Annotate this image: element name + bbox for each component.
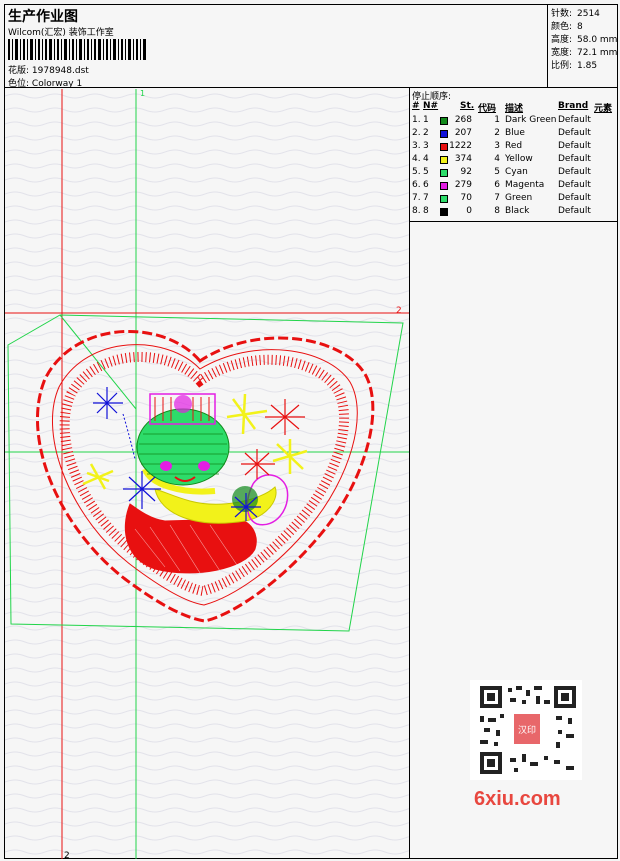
cell-st: 268 [454, 115, 472, 125]
pattern-line: 花版: 1978948.dst [8, 63, 89, 76]
color-swatch [440, 117, 448, 125]
cell-desc: Green [505, 193, 533, 203]
seal-text: 汉印 [518, 724, 536, 736]
cell-num: 7. [412, 193, 421, 203]
cell-num: 4. [412, 154, 421, 164]
cell-code: 3 [494, 141, 500, 151]
table-row: 8. 8 0 8 Black Default [410, 206, 618, 219]
blue-sparkle-right [231, 493, 261, 521]
pattern-value: 1978948.dst [31, 66, 89, 76]
color-swatch [440, 182, 448, 190]
hat-ball [174, 395, 192, 413]
cell-brand: Default [558, 115, 591, 125]
cell-brand: Default [558, 141, 591, 151]
table-row: 7. 7 70 7 Green Default [410, 193, 618, 206]
stop-sequence-table: 停止顺序: # N# St. 代码 描述 Brand 元素 1. 1 268 1 Dar… [410, 88, 618, 222]
cell-code: 8 [494, 206, 500, 216]
col-desc: 描述 [505, 104, 524, 114]
cell-num: 6. [412, 180, 421, 190]
cell-st: 374 [454, 154, 472, 164]
col-elem: 元素 [594, 104, 613, 114]
guide-label-red-v: 2 [64, 851, 70, 859]
cell-n: 8 [423, 206, 429, 216]
cell-brand: Default [558, 193, 591, 203]
cell-desc: Yellow [505, 154, 533, 164]
cell-num: 1. [412, 115, 421, 125]
cell-num: 3. [412, 141, 421, 151]
guide-label-green: 1 [140, 89, 145, 98]
stat-width: 宽度: 72.1 mm [551, 48, 618, 58]
site-logo: 6xiu.com [474, 788, 561, 810]
colorway-label: 色位: [8, 79, 30, 89]
table-row: 5. 5 92 5 Cyan Default [410, 167, 618, 180]
cell-num: 8. [412, 206, 421, 216]
cell-desc: Black [505, 206, 530, 216]
cell-code: 2 [494, 128, 500, 138]
colorway-value: Colorway 1 [31, 79, 83, 89]
colorway-line: 色位: Colorway 1 [8, 76, 82, 89]
cell-st: 70 [460, 193, 472, 203]
cell-num: 5. [412, 167, 421, 177]
cell-st: 279 [454, 180, 472, 190]
cell-code: 5 [494, 167, 500, 177]
table-row: 6. 6 279 6 Magenta Default [410, 180, 618, 193]
col-code: 代码 [478, 104, 497, 114]
color-swatch [440, 130, 448, 138]
cell-code: 7 [494, 193, 500, 203]
col-st: St. [460, 101, 475, 111]
cell-brand: Default [558, 180, 591, 190]
cell-n: 5 [423, 167, 429, 177]
color-swatch [440, 143, 448, 151]
cell-n: 4 [423, 154, 429, 164]
cell-desc: Magenta [505, 180, 545, 190]
cell-n: 1 [423, 115, 429, 125]
table-row: 4. 4 374 4 Yellow Default [410, 154, 618, 167]
stat-height: 高度: 58.0 mm [551, 35, 618, 45]
cell-desc: Dark Green [505, 115, 557, 125]
col-brand: Brand [558, 101, 589, 111]
table-row: 3. 3 1222 3 Red Default [410, 141, 618, 154]
qr-code: 汉印 [470, 680, 582, 780]
cell-st: 0 [466, 206, 472, 216]
table-row: 1. 1 268 1 Dark Green Default [410, 115, 618, 128]
right-cheek [198, 461, 210, 471]
cell-n: 6 [423, 180, 429, 190]
cell-num: 2. [412, 128, 421, 138]
cell-n: 7 [423, 193, 429, 203]
design-stats: 针数: 2514 颜色: 8 高度: 58.0 mm 宽度: 72.1 mm 比例: 1.… [548, 4, 618, 88]
color-swatch [440, 156, 448, 164]
header-info: 生产作业图 Wilcom(汇宏) 装饰工作室 花版: 1978948.dst 色… [4, 4, 548, 89]
cell-code: 6 [494, 180, 500, 190]
cell-n: 3 [423, 141, 429, 151]
table-row: 2. 2 207 2 Blue Default [410, 128, 618, 141]
cell-brand: Default [558, 206, 591, 216]
cell-st: 207 [454, 128, 472, 138]
guide-label-red-h: 2 [396, 306, 402, 316]
left-cheek [160, 461, 172, 471]
cell-desc: Red [505, 141, 523, 151]
col-n: N# [423, 101, 439, 111]
cell-n: 2 [423, 128, 429, 138]
studio-name: Wilcom(汇宏) 装饰工作室 [8, 28, 114, 38]
cell-brand: Default [558, 128, 591, 138]
pattern-label: 花版: [8, 66, 30, 76]
cell-desc: Cyan [505, 167, 528, 177]
stat-scale: 比例: 1.85 [551, 61, 598, 71]
cell-brand: Default [558, 167, 591, 177]
page-title: 生产作业图 [8, 9, 78, 25]
cell-code: 1 [494, 115, 500, 125]
color-swatch [440, 208, 448, 216]
design-canvas: 1 2 2 [5, 89, 409, 859]
color-swatch [440, 169, 448, 177]
cell-st: 92 [460, 167, 472, 177]
cell-code: 4 [494, 154, 500, 164]
stat-stitches: 针数: 2514 [551, 9, 600, 19]
cell-st: 1222 [449, 141, 472, 151]
cell-brand: Default [558, 154, 591, 164]
color-swatch [440, 195, 448, 203]
stat-colors: 颜色: 8 [551, 22, 583, 32]
cell-desc: Blue [505, 128, 525, 138]
col-num: # [412, 101, 420, 111]
barcode [8, 39, 146, 60]
